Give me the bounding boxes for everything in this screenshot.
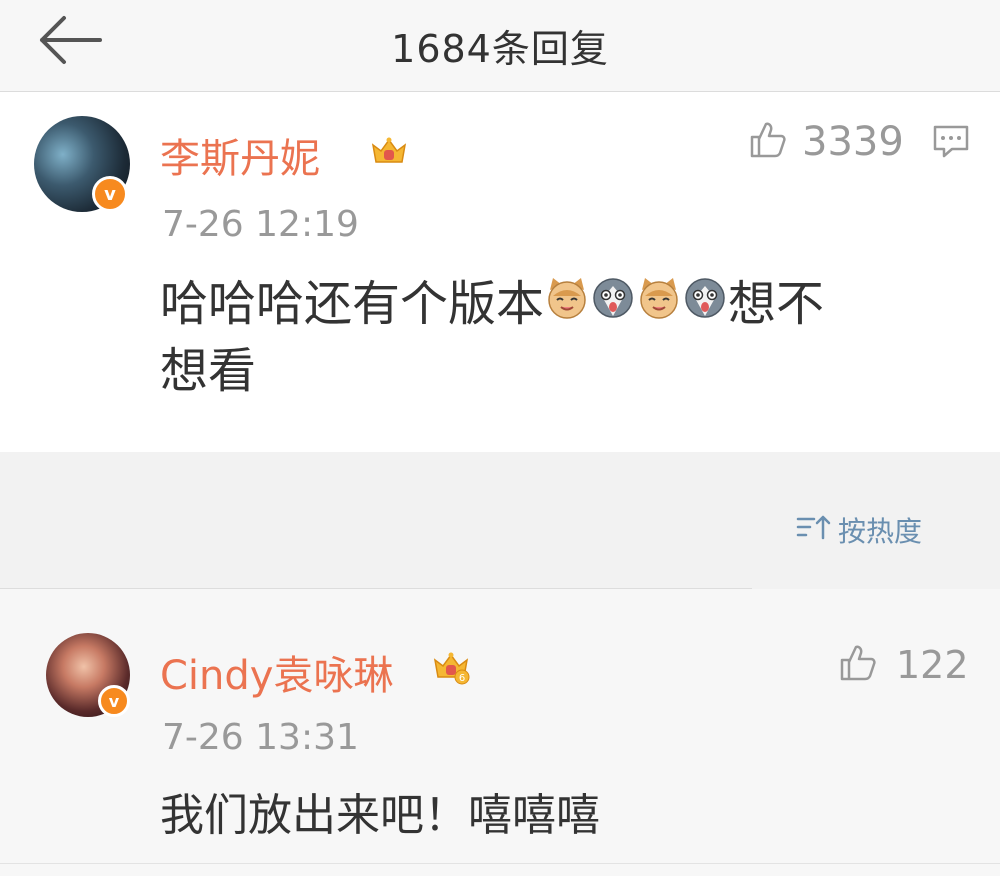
comment-timestamp: 7-26 12:19 — [162, 204, 359, 245]
comment-reply-icon[interactable] — [932, 124, 970, 164]
like-count: 3339 — [802, 119, 904, 165]
content-line-1-tail: 想不 — [728, 276, 825, 333]
like-count: 122 — [896, 643, 969, 687]
comment-content: 哈哈哈还有个版本 想不 想看 — [160, 272, 960, 404]
sort-icon — [796, 513, 832, 548]
top-bar: 1684条回复 — [0, 0, 1000, 92]
like-button[interactable]: 3339 — [748, 119, 904, 165]
page-title: 1684条回复 — [391, 27, 609, 71]
sort-label: 按热度 — [837, 515, 922, 548]
vip-crown-icon: 6 — [432, 651, 470, 689]
thumbs-up-icon — [838, 643, 878, 687]
content-line-1: 哈哈哈还有个版本 — [160, 276, 545, 333]
avatar[interactable]: v — [34, 116, 130, 212]
divider — [0, 863, 1000, 864]
verified-badge: v — [92, 176, 128, 212]
thumbs-up-icon — [748, 120, 788, 164]
main-comment: v 李斯丹妮 7-26 12:19 3339 哈哈哈还有个版本 想不 想看 — [0, 92, 1000, 452]
husky-emoji-icon — [683, 271, 727, 338]
sort-by-hot-button[interactable]: 按热度 — [796, 510, 922, 550]
cat-emoji-icon — [637, 271, 681, 338]
sort-bar: 按热度 — [0, 452, 1000, 588]
verified-badge: v — [98, 685, 130, 717]
reply-comment: v Cindy袁咏琳 6 7-26 13:31 122 我们放出来吧！嘻嘻嘻 — [0, 589, 1000, 876]
content-line-2: 想看 — [160, 343, 257, 399]
husky-emoji-icon — [591, 271, 635, 338]
cat-emoji-icon — [545, 271, 589, 338]
avatar[interactable]: v — [46, 633, 130, 717]
crown-level: 6 — [459, 673, 465, 684]
comment-content: 我们放出来吧！嘻嘻嘻 — [160, 790, 600, 841]
comment-username[interactable]: 李斯丹妮 — [160, 126, 320, 184]
vip-crown-icon — [370, 136, 408, 170]
comment-timestamp: 7-26 13:31 — [162, 717, 359, 758]
like-button[interactable]: 122 — [838, 643, 969, 687]
comment-username[interactable]: Cindy袁咏琳 — [160, 643, 393, 701]
